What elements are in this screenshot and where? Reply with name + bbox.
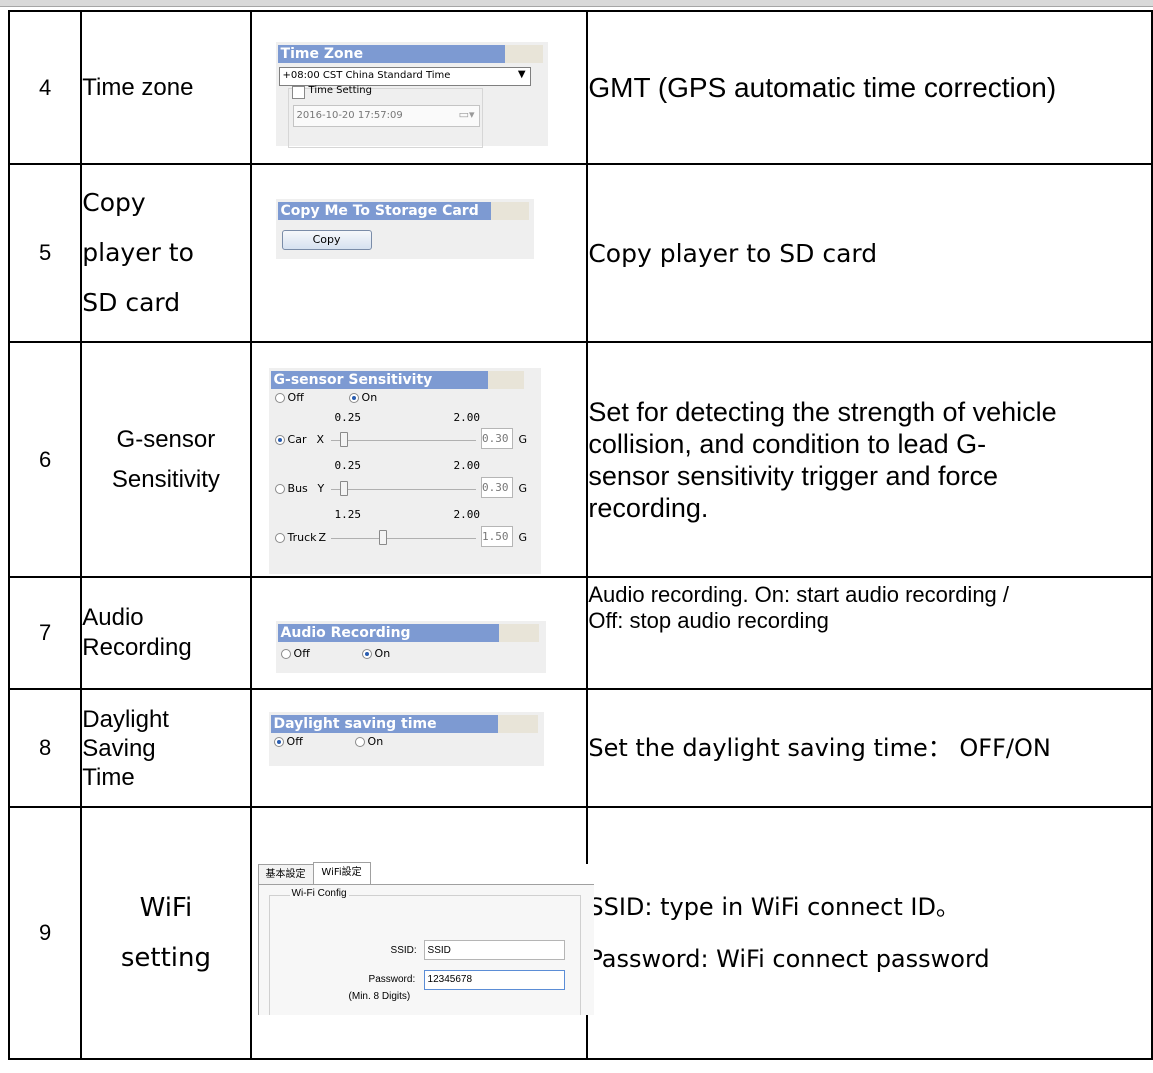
car-radio[interactable]	[274, 435, 285, 445]
password-hint: (Min. 8 Digits)	[348, 991, 411, 1002]
off-label: Off	[287, 391, 304, 404]
row-description: GMT (GPS automatic time correction)	[586, 10, 1153, 165]
row-description: SSID: type in WiFi connect ID。 Password:…	[586, 806, 1153, 1060]
z-slider-track[interactable]	[330, 538, 476, 539]
row-number: 9	[7, 806, 83, 1060]
audio-recording-panel: Audio Recording Off On	[275, 621, 546, 673]
panel-title: Copy Me To Storage Card	[277, 202, 491, 220]
x-value-field[interactable]: 0.30	[480, 428, 513, 449]
unit-label: G	[518, 531, 528, 544]
copy-button[interactable]: Copy	[281, 230, 372, 250]
profile-label: Bus	[287, 482, 308, 495]
table-row: 8 Daylight Saving Time Daylight saving t…	[7, 688, 1153, 808]
y-slider-track[interactable]	[330, 489, 476, 490]
unit-label: G	[518, 433, 528, 446]
x-slider-track[interactable]	[330, 440, 476, 441]
z-slider-thumb[interactable]	[378, 530, 387, 545]
row-number: 8	[7, 688, 83, 808]
off-label: Off	[286, 735, 303, 748]
on-label: On	[361, 391, 378, 404]
table-row: 4 Time zone Time Zone +08:00 CST China S…	[7, 10, 1153, 165]
off-label: Off	[293, 647, 310, 660]
axis-label: Y	[317, 482, 325, 495]
calendar-icon[interactable]: ▭▾	[459, 108, 475, 121]
slider-max-label: 2.00	[453, 508, 481, 521]
row-description: Set the daylight saving time： OFF/ON	[586, 688, 1153, 808]
settings-table: 4 Time zone Time Zone +08:00 CST China S…	[7, 10, 1153, 1060]
bus-radio[interactable]	[274, 484, 285, 494]
row-label: Audio Recording	[80, 576, 252, 690]
time-setting-checkbox[interactable]	[291, 86, 305, 99]
off-radio[interactable]	[273, 737, 284, 747]
ssid-label: SSID:	[390, 945, 417, 956]
truck-radio[interactable]	[274, 533, 285, 543]
row-number: 6	[7, 341, 83, 578]
tab-basic-settings[interactable]: 基本設定	[257, 864, 314, 884]
row-label: Copy player to SD card	[80, 163, 252, 343]
row-description: Audio recording. On: start audio recordi…	[586, 576, 1153, 690]
screenshot-cell: Audio Recording Off On	[249, 576, 589, 690]
panel-title: Audio Recording	[277, 624, 499, 642]
axis-label: X	[316, 433, 325, 446]
row-label: Daylight Saving Time	[80, 688, 252, 808]
z-value-field[interactable]: 1.50	[480, 526, 513, 547]
y-slider-thumb[interactable]	[339, 481, 348, 496]
table-row: 9 WiFi setting 基本設定 WiFi設定 Wi-Fi Config …	[7, 806, 1153, 1060]
slider-min-label: 0.25	[334, 411, 362, 424]
screenshot-cell: Time Zone +08:00 CST China Standard Time…	[249, 10, 589, 165]
datetime-value: 2016-10-20 17:57:09	[296, 110, 403, 121]
on-radio[interactable]	[361, 649, 372, 659]
slider-max-label: 2.00	[453, 459, 481, 472]
tab-wifi-settings[interactable]: WiFi設定	[312, 862, 371, 885]
on-radio[interactable]	[354, 737, 365, 747]
row-description: Copy player to SD card	[586, 163, 1153, 343]
screenshot-cell: Copy Me To Storage Card Copy	[249, 163, 589, 343]
time-zone-panel: Time Zone +08:00 CST China Standard Time…	[275, 42, 548, 148]
on-label: On	[374, 647, 391, 660]
row-label: Time zone	[80, 10, 252, 165]
profile-label: Truck	[287, 531, 317, 544]
g-sensor-panel: G-sensor Sensitivity Off On 0.25 2.00 Ca…	[268, 368, 541, 574]
row-number: 4	[7, 10, 83, 165]
table-row: 6 G-sensor Sensitivity G-sensor Sensitiv…	[7, 341, 1153, 578]
panel-title: Daylight saving time	[270, 715, 498, 733]
row-label: G-sensor Sensitivity	[80, 341, 252, 578]
panel-title: Time Zone	[277, 45, 505, 63]
timezone-select[interactable]: +08:00 CST China Standard Time ▼	[278, 67, 531, 86]
unit-label: G	[518, 482, 528, 495]
screenshot-cell: 基本設定 WiFi設定 Wi-Fi Config SSID: SSID Pass…	[249, 806, 594, 1060]
copy-panel: Copy Me To Storage Card Copy	[275, 199, 534, 259]
screenshot-cell: Daylight saving time Off On	[249, 688, 589, 808]
row-number: 5	[7, 163, 83, 343]
panel-title: G-sensor Sensitivity	[270, 371, 488, 389]
row-description: Set for detecting the strength of vehicl…	[586, 341, 1153, 578]
on-radio[interactable]	[348, 393, 359, 403]
wifi-settings-panel: 基本設定 WiFi設定 Wi-Fi Config SSID: SSID Pass…	[257, 862, 594, 1015]
slider-max-label: 2.00	[453, 411, 481, 424]
checkbox-label: Time Setting	[308, 85, 372, 96]
datetime-input[interactable]: 2016-10-20 17:57:09 ▭▾	[292, 105, 480, 127]
screenshot-cell: G-sensor Sensitivity Off On 0.25 2.00 Ca…	[249, 341, 589, 578]
ssid-input[interactable]: SSID	[423, 940, 565, 960]
daylight-saving-panel: Daylight saving time Off On	[268, 712, 544, 766]
row-number: 7	[7, 576, 83, 690]
page-top-rule	[0, 6, 1153, 7]
password-label: Password:	[368, 974, 416, 985]
axis-label: Z	[318, 531, 327, 544]
profile-label: Car	[287, 433, 307, 446]
on-label: On	[367, 735, 384, 748]
table-row: 5 Copy player to SD card Copy Me To Stor…	[7, 163, 1153, 343]
x-slider-thumb[interactable]	[339, 432, 348, 447]
row-label: WiFi setting	[80, 806, 252, 1060]
timezone-value: +08:00 CST China Standard Time	[282, 70, 451, 81]
group-label: Wi-Fi Config	[289, 888, 349, 899]
password-input[interactable]: 12345678	[423, 970, 565, 990]
table-row: 7 Audio Recording Audio Recording Off On…	[7, 576, 1153, 690]
slider-min-label: 1.25	[334, 508, 362, 521]
slider-min-label: 0.25	[334, 459, 362, 472]
y-value-field[interactable]: 0.30	[480, 477, 513, 498]
off-radio[interactable]	[274, 393, 285, 403]
chevron-down-icon: ▼	[517, 69, 526, 80]
off-radio[interactable]	[280, 649, 291, 659]
